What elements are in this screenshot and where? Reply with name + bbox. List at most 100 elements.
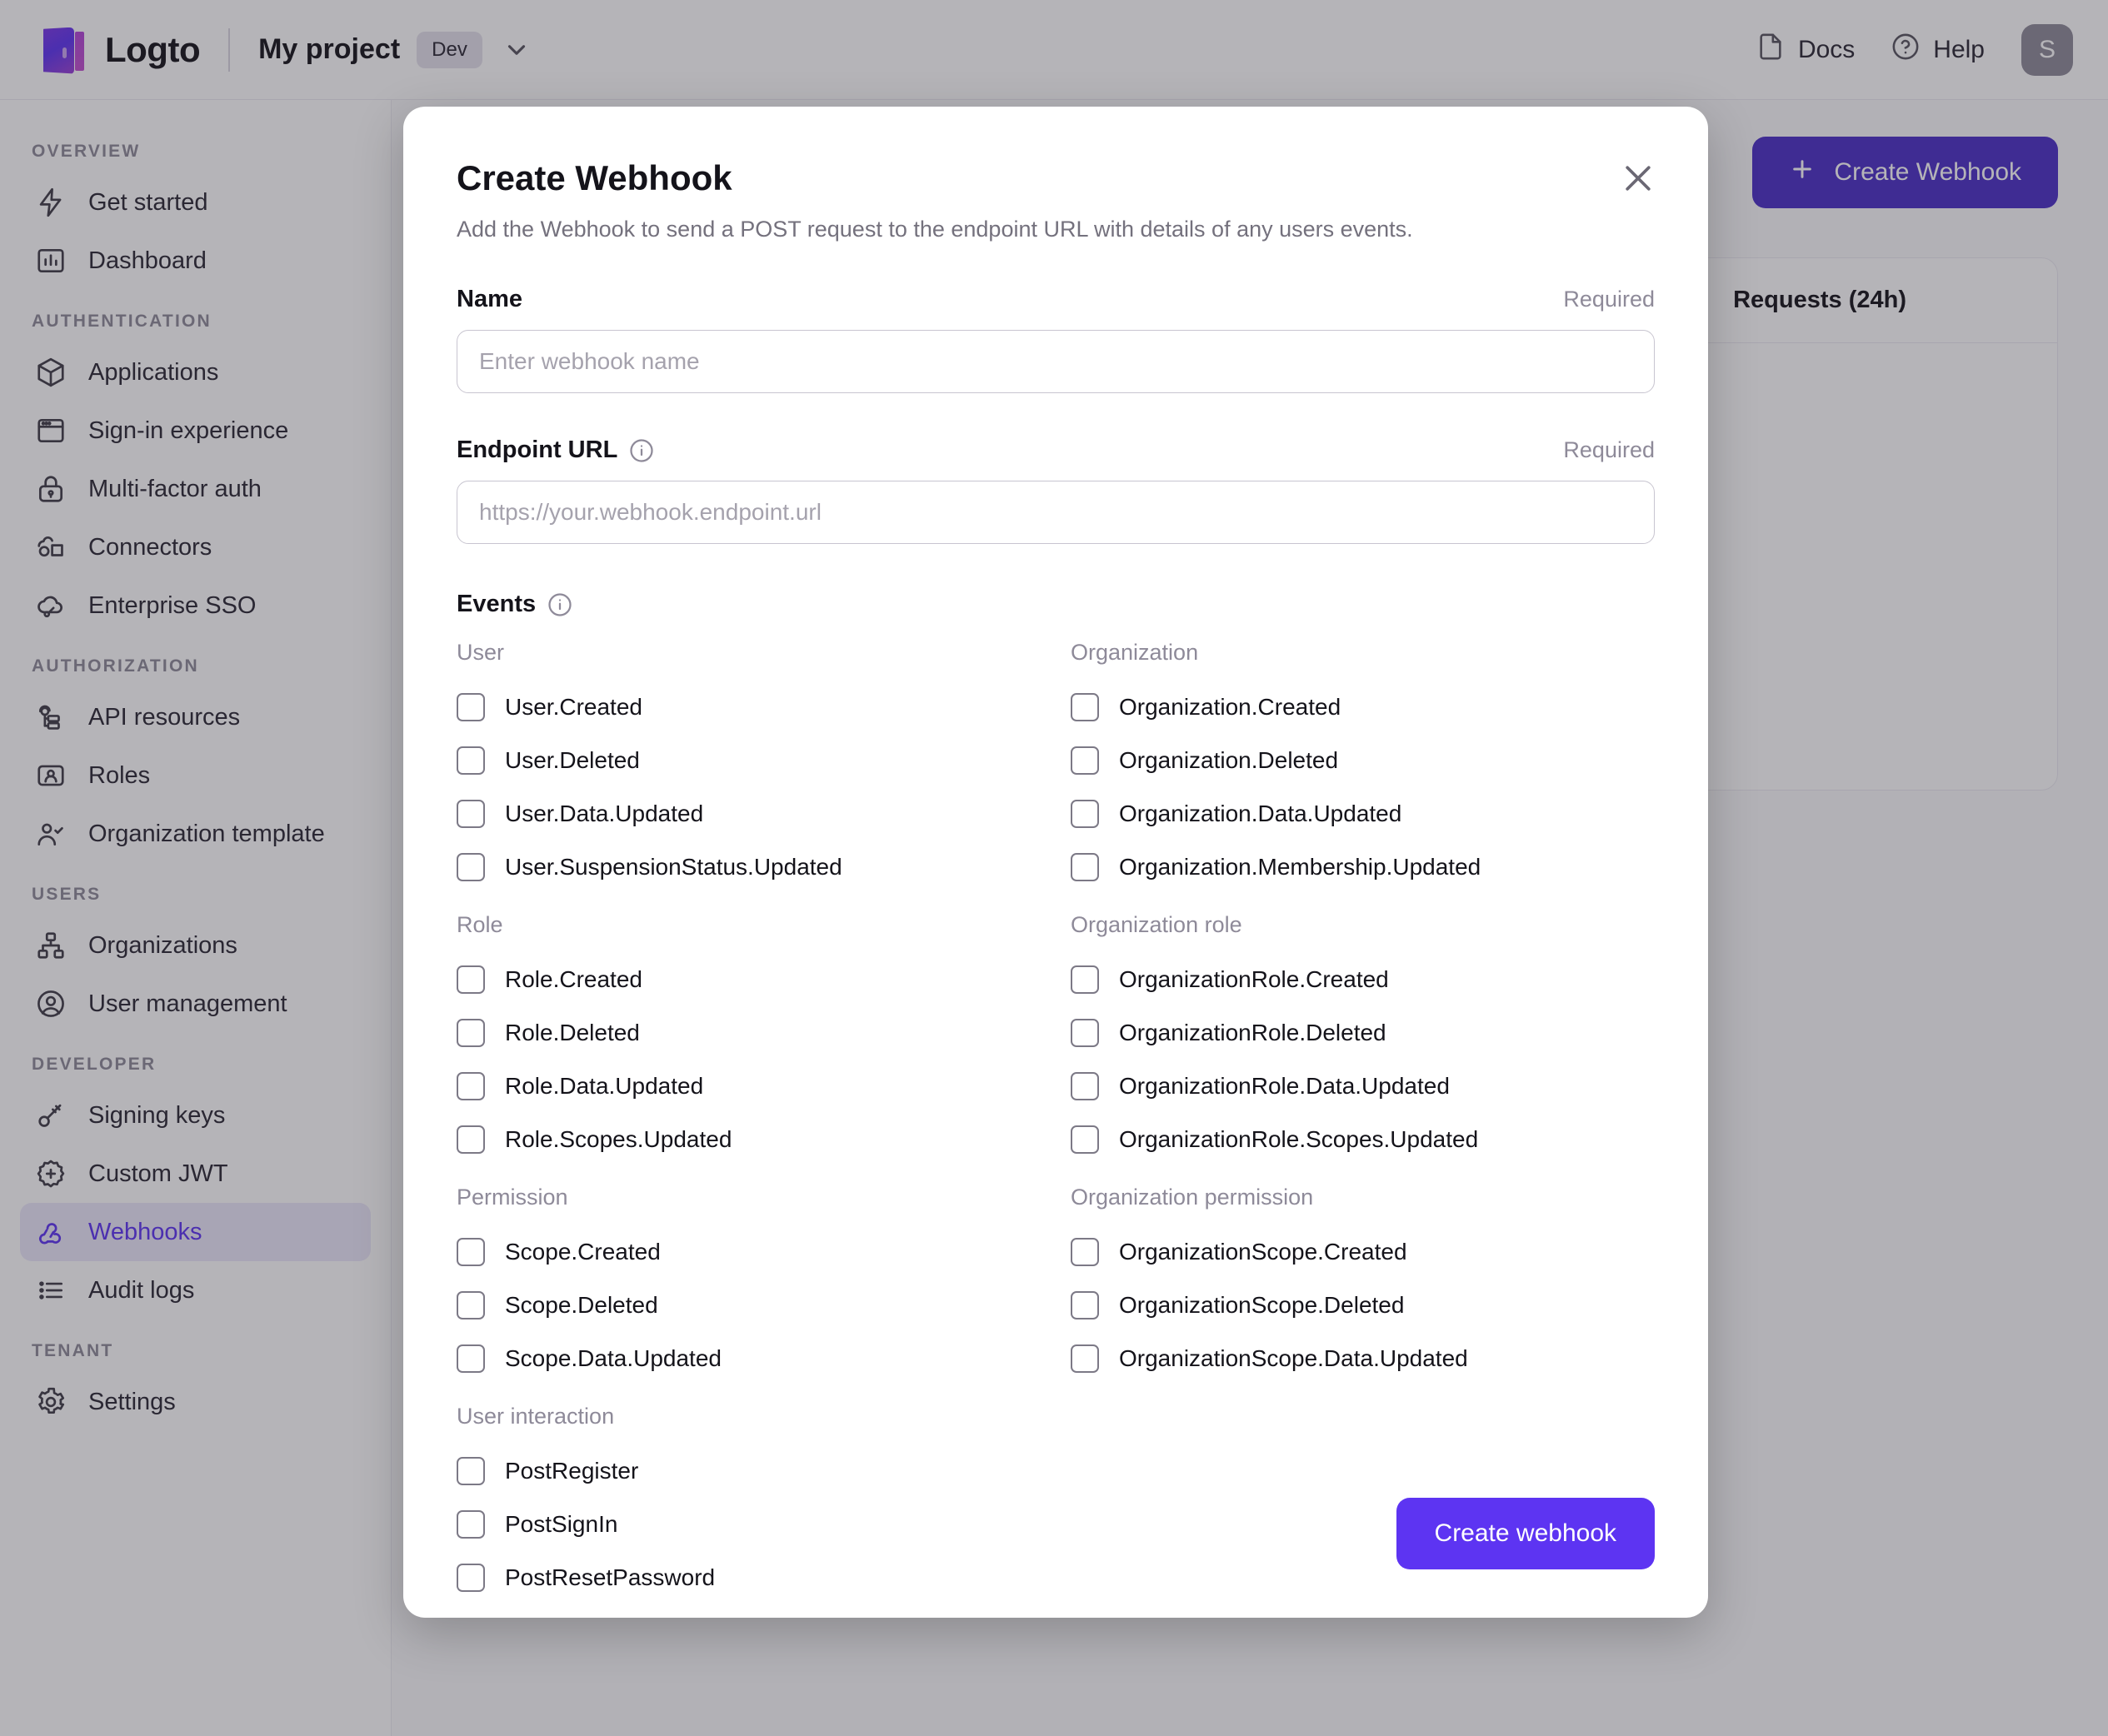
checkbox-icon[interactable] <box>457 1344 485 1373</box>
event-checkbox-scope-data-updated[interactable]: Scope.Data.Updated <box>457 1332 1041 1385</box>
checkbox-icon[interactable] <box>457 1019 485 1047</box>
event-group-title: Organization <box>1071 640 1199 665</box>
modal-footer: Create webhook <box>403 1498 1708 1618</box>
event-checkbox-role-data-updated[interactable]: Role.Data.Updated <box>457 1060 1041 1113</box>
event-checkbox-label: PostRegister <box>505 1458 639 1484</box>
event-group-title: Role <box>457 912 503 937</box>
checkbox-icon[interactable] <box>1071 1238 1099 1266</box>
event-checkbox-organizationrole-created[interactable]: OrganizationRole.Created <box>1071 953 1655 1006</box>
events-column-left: User User.Created User.Deleted User.Data.Up… <box>457 640 1041 1618</box>
endpoint-label: Endpoint URL <box>457 436 618 463</box>
event-checkbox-label: OrganizationRole.Scopes.Updated <box>1119 1126 1479 1152</box>
info-icon[interactable] <box>547 592 572 617</box>
event-checkbox-label: Organization.Deleted <box>1119 747 1339 773</box>
event-checkbox-label: Organization.Membership.Updated <box>1119 854 1481 880</box>
checkbox-icon[interactable] <box>1071 1344 1099 1373</box>
event-checkbox-organization-deleted[interactable]: Organization.Deleted <box>1071 734 1655 787</box>
checkbox-icon[interactable] <box>457 965 485 994</box>
name-required-text: Required <box>1563 287 1655 312</box>
checkbox-icon[interactable] <box>457 693 485 721</box>
event-checkbox-label: Role.Deleted <box>505 1020 640 1045</box>
event-group-organization: Organization Organization.Created Organiza… <box>1071 640 1655 894</box>
modal-title: Create Webhook <box>457 158 732 197</box>
event-checkbox-user-data-updated[interactable]: User.Data.Updated <box>457 787 1041 841</box>
checkbox-icon[interactable] <box>1071 1291 1099 1319</box>
event-checkbox-organizationrole-data-updated[interactable]: OrganizationRole.Data.Updated <box>1071 1060 1655 1113</box>
event-checkbox-role-deleted[interactable]: Role.Deleted <box>457 1006 1041 1060</box>
create-webhook-modal: Create Webhook Add the Webhook to send a… <box>403 107 1708 1618</box>
event-checkbox-label: User.Data.Updated <box>505 801 704 826</box>
info-icon[interactable] <box>629 438 654 463</box>
checkbox-icon[interactable] <box>1071 853 1099 881</box>
endpoint-field-group: Endpoint URL Required <box>457 436 1655 544</box>
checkbox-icon[interactable] <box>1071 1125 1099 1154</box>
event-checkbox-label: Role.Data.Updated <box>505 1073 704 1099</box>
event-checkbox-user-created[interactable]: User.Created <box>457 681 1041 734</box>
endpoint-label-wrap: Endpoint URL <box>457 436 654 464</box>
event-checkbox-scope-created[interactable]: Scope.Created <box>457 1225 1041 1279</box>
checkbox-icon[interactable] <box>1071 1019 1099 1047</box>
events-grid: User User.Created User.Deleted User.Data.Up… <box>457 640 1655 1618</box>
checkbox-icon[interactable] <box>457 1125 485 1154</box>
event-checkbox-label: OrganizationRole.Deleted <box>1119 1020 1386 1045</box>
event-group-user: User User.Created User.Deleted User.Data.Up… <box>457 640 1041 894</box>
event-checkbox-role-scopes-updated[interactable]: Role.Scopes.Updated <box>457 1113 1041 1166</box>
event-group-title: Permission <box>457 1185 568 1210</box>
event-group-organization-permission: Organization permission OrganizationScope… <box>1071 1185 1655 1385</box>
event-checkbox-organizationscope-deleted[interactable]: OrganizationScope.Deleted <box>1071 1279 1655 1332</box>
event-checkbox-label: OrganizationScope.Deleted <box>1119 1292 1405 1318</box>
checkbox-icon[interactable] <box>457 853 485 881</box>
name-label: Name <box>457 286 522 312</box>
name-input[interactable] <box>457 330 1655 393</box>
event-checkbox-organization-created[interactable]: Organization.Created <box>1071 681 1655 734</box>
name-field-group: Name Required <box>457 286 1655 393</box>
event-group-role: Role Role.Created Role.Deleted Role.Data.Up… <box>457 912 1041 1166</box>
event-checkbox-label: Role.Scopes.Updated <box>505 1126 732 1152</box>
event-checkbox-label: OrganizationScope.Created <box>1119 1239 1407 1265</box>
event-checkbox-organizationscope-created[interactable]: OrganizationScope.Created <box>1071 1225 1655 1279</box>
event-checkbox-label: User.SuspensionStatus.Updated <box>505 854 842 880</box>
checkbox-icon[interactable] <box>1071 965 1099 994</box>
event-checkbox-label: User.Deleted <box>505 747 640 773</box>
checkbox-icon[interactable] <box>1071 746 1099 775</box>
event-checkbox-label: Scope.Deleted <box>505 1292 658 1318</box>
endpoint-required-text: Required <box>1563 437 1655 462</box>
event-checkbox-organizationrole-scopes-updated[interactable]: OrganizationRole.Scopes.Updated <box>1071 1113 1655 1166</box>
event-checkbox-organization-membership-updated[interactable]: Organization.Membership.Updated <box>1071 841 1655 894</box>
event-checkbox-organizationscope-data-updated[interactable]: OrganizationScope.Data.Updated <box>1071 1332 1655 1385</box>
events-section-header: Events <box>457 591 1655 618</box>
event-checkbox-user-suspensionstatus-updated[interactable]: User.SuspensionStatus.Updated <box>457 841 1041 894</box>
event-checkbox-label: Scope.Data.Updated <box>505 1345 722 1371</box>
checkbox-icon[interactable] <box>457 1238 485 1266</box>
event-group-title: Organization role <box>1071 912 1242 937</box>
checkbox-icon[interactable] <box>1071 693 1099 721</box>
events-column-right: Organization Organization.Created Organiza… <box>1071 640 1655 1618</box>
event-checkbox-label: Organization.Data.Updated <box>1119 801 1402 826</box>
checkbox-icon[interactable] <box>1071 800 1099 828</box>
event-checkbox-user-deleted[interactable]: User.Deleted <box>457 734 1041 787</box>
checkbox-icon[interactable] <box>457 800 485 828</box>
checkbox-icon[interactable] <box>457 746 485 775</box>
event-checkbox-scope-deleted[interactable]: Scope.Deleted <box>457 1279 1041 1332</box>
endpoint-url-input[interactable] <box>457 481 1655 544</box>
event-checkbox-label: Organization.Created <box>1119 694 1341 720</box>
checkbox-icon[interactable] <box>457 1457 485 1485</box>
event-checkbox-organizationrole-deleted[interactable]: OrganizationRole.Deleted <box>1071 1006 1655 1060</box>
modal-description: Add the Webhook to send a POST request t… <box>457 217 1413 242</box>
events-label: Events <box>457 591 537 617</box>
event-checkbox-label: OrganizationRole.Data.Updated <box>1119 1073 1450 1099</box>
event-checkbox-postregister[interactable]: PostRegister <box>457 1444 1041 1498</box>
event-checkbox-label: Role.Created <box>505 966 642 992</box>
close-icon[interactable] <box>1615 155 1661 202</box>
event-group-permission: Permission Scope.Created Scope.Deleted Scop… <box>457 1185 1041 1385</box>
checkbox-icon[interactable] <box>457 1291 485 1319</box>
event-checkbox-label: OrganizationScope.Data.Updated <box>1119 1345 1468 1371</box>
checkbox-icon[interactable] <box>1071 1072 1099 1100</box>
event-checkbox-label: Scope.Created <box>505 1239 661 1265</box>
event-checkbox-organization-data-updated[interactable]: Organization.Data.Updated <box>1071 787 1655 841</box>
checkbox-icon[interactable] <box>457 1072 485 1100</box>
submit-create-webhook-button[interactable]: Create webhook <box>1396 1498 1655 1569</box>
event-checkbox-role-created[interactable]: Role.Created <box>457 953 1041 1006</box>
event-group-title: Organization permission <box>1071 1185 1314 1210</box>
event-checkbox-label: User.Created <box>505 694 642 720</box>
